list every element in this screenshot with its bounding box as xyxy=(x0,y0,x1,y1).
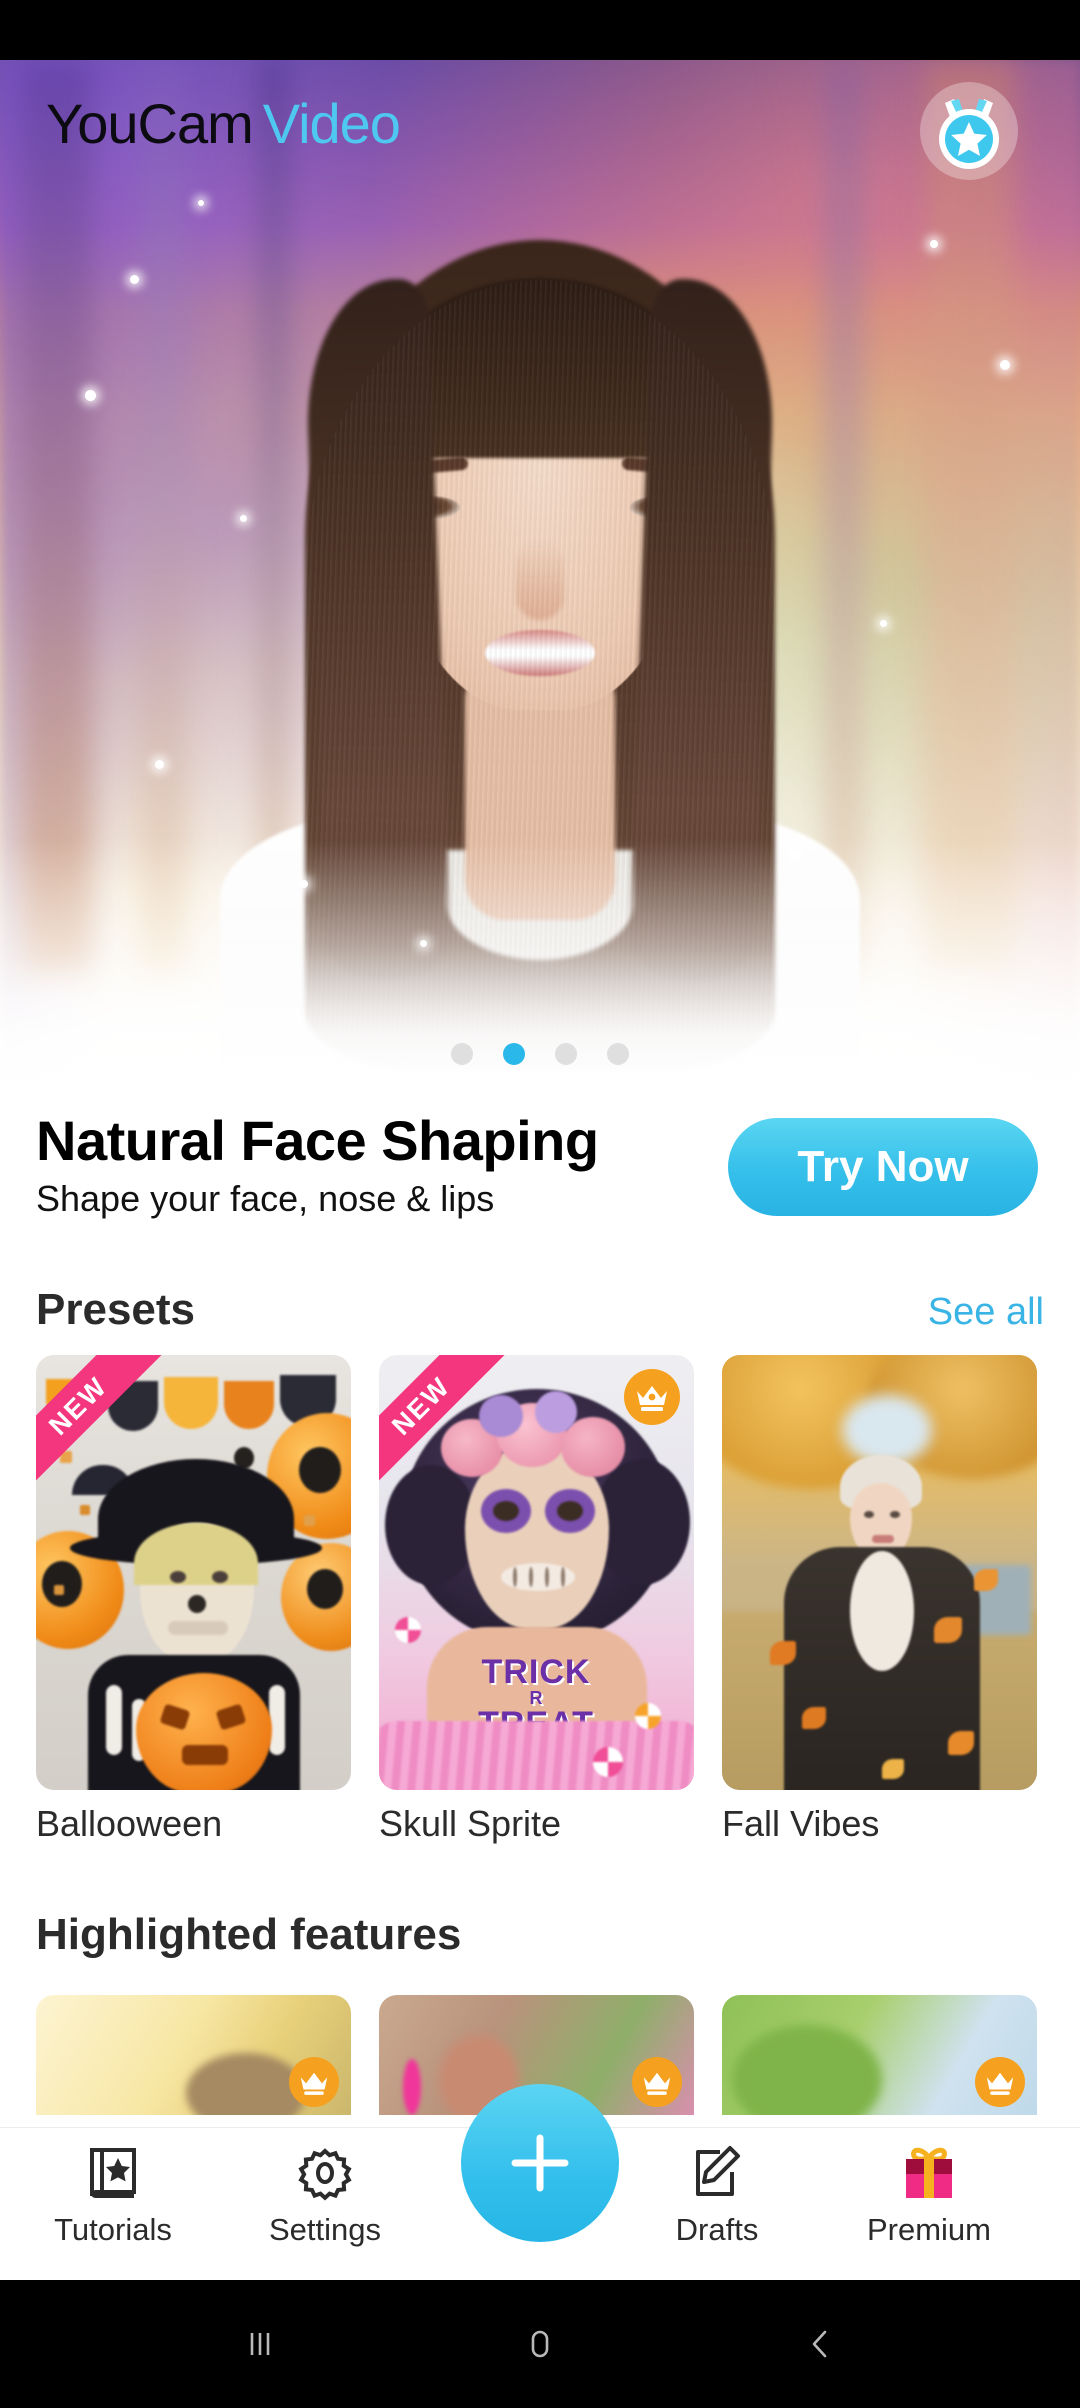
premium-crown-badge xyxy=(624,1369,680,1425)
promo-subtitle: Shape your face, nose & lips xyxy=(36,1178,495,1219)
preset-label: Ballooween xyxy=(36,1803,223,1844)
logo-secondary-text: Video xyxy=(262,92,401,155)
promo-block: Natural Face Shaping Shape your face, no… xyxy=(0,1100,1080,1270)
home-icon xyxy=(531,2330,549,2358)
crown-icon xyxy=(637,1386,667,1411)
create-new-button[interactable] xyxy=(461,2084,619,2242)
premium-crown-badge xyxy=(975,2057,1025,2107)
premium-crown-badge xyxy=(289,2057,339,2107)
nav-item-settings[interactable]: Settings xyxy=(230,2142,420,2270)
system-back-button[interactable] xyxy=(720,2280,920,2408)
highlighted-card[interactable] xyxy=(722,1995,1037,2115)
hero-bg-pillar xyxy=(21,60,92,976)
nav-item-tutorials[interactable]: Tutorials xyxy=(18,2142,208,2270)
hero-banner[interactable] xyxy=(0,60,1080,1100)
system-recents-button[interactable] xyxy=(160,2280,360,2408)
nav-label-settings: Settings xyxy=(268,2212,381,2247)
gift-box-icon xyxy=(906,2147,952,2198)
recents-icon xyxy=(250,2333,270,2355)
presets-see-all-link[interactable]: See all xyxy=(928,1291,1044,1334)
crown-icon xyxy=(986,2072,1014,2095)
presets-section-header: Presets See all xyxy=(0,1285,1080,1355)
book-star-icon xyxy=(90,2148,136,2198)
bottom-navigation-bar: Tutorials Settings Drafts Premium xyxy=(0,2084,1080,2280)
promo-title: Natural Face Shaping xyxy=(36,1109,599,1172)
back-icon xyxy=(812,2330,827,2358)
carousel-dot-1[interactable] xyxy=(451,1043,473,1065)
preset-label: Skull Sprite xyxy=(379,1803,562,1844)
app-logo: YouCam Video xyxy=(46,96,401,152)
premium-crown-badge xyxy=(632,2057,682,2107)
nav-item-drafts[interactable]: Drafts xyxy=(622,2142,812,2270)
highlighted-card[interactable] xyxy=(36,1995,351,2115)
preset-card[interactable] xyxy=(722,1355,1037,1790)
system-navigation-bar xyxy=(0,2280,1080,2408)
carousel-dot-3[interactable] xyxy=(555,1043,577,1065)
app-root: YouCam Video Natural Face Shaping Shape y… xyxy=(0,0,1080,2408)
hero-bg-pillar xyxy=(140,60,187,976)
highlighted-section-header: Highlighted features xyxy=(0,1910,1080,1980)
preset-card[interactable]: NEW xyxy=(36,1355,351,1790)
presets-title: Presets xyxy=(36,1285,196,1334)
carousel-dot-4[interactable] xyxy=(607,1043,629,1065)
nav-label-drafts: Drafts xyxy=(675,2212,759,2247)
preset-card[interactable]: TRICK R TREAT NEW xyxy=(379,1355,694,1790)
award-badge-button[interactable] xyxy=(920,82,1018,180)
nav-item-premium[interactable]: Premium xyxy=(834,2142,1024,2270)
plus-icon xyxy=(511,2134,569,2192)
crown-icon xyxy=(643,2072,671,2095)
crown-icon xyxy=(300,2072,328,2095)
nav-label-tutorials: Tutorials xyxy=(54,2212,172,2247)
carousel-dot-2[interactable] xyxy=(503,1043,525,1065)
preset-thumbnail xyxy=(722,1355,1037,1790)
preset-label: Fall Vibes xyxy=(722,1803,880,1844)
try-now-button[interactable]: Try Now xyxy=(728,1118,1038,1216)
carousel-dots[interactable] xyxy=(451,1043,629,1065)
hero-bg-pillar xyxy=(925,60,1016,976)
system-home-button[interactable] xyxy=(440,2280,640,2408)
logo-primary-text: YouCam xyxy=(46,92,254,155)
presets-list: NEW TRICK R NEW Ballooween Skull Sprite … xyxy=(0,1355,1080,1855)
gear-icon xyxy=(298,2148,352,2201)
status-bar xyxy=(0,0,1080,60)
pen-edit-icon xyxy=(696,2146,740,2196)
highlighted-title: Highlighted features xyxy=(36,1910,462,1959)
medal-star-icon xyxy=(939,99,999,169)
nav-label-premium: Premium xyxy=(866,2212,991,2247)
